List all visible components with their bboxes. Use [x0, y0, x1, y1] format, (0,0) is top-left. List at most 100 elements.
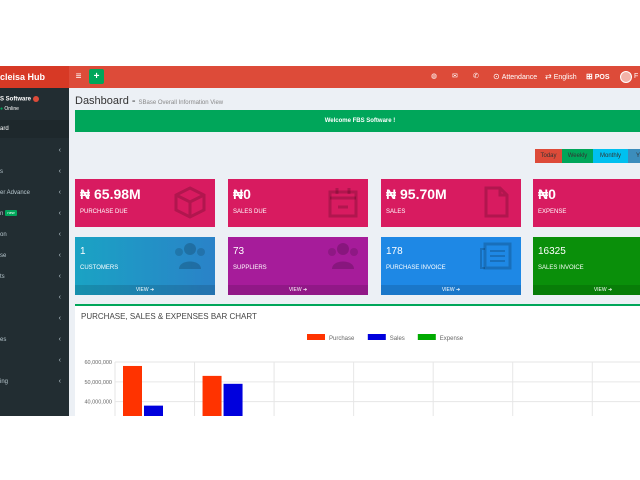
card-value: 178 [386, 246, 403, 257]
sidebar-item-new[interactable]: n new ‹ [0, 205, 69, 223]
sidebar-item-label: ts [0, 274, 5, 280]
sidebar-item-7[interactable]: se ‹ [0, 247, 69, 265]
legend-swatch [367, 334, 386, 340]
view-link[interactable]: VIEW ➜ [533, 285, 640, 295]
phone-icon[interactable]: ✆ [473, 66, 479, 88]
arrow-circle-right-icon: ➜ [149, 287, 155, 293]
app-window: cleisa Hub ≡ + ◍ ✉ ✆ ⊙ Attendance ⇄ Englis… [0, 66, 640, 416]
language-label: English [553, 74, 577, 81]
card-label: CUSTOMERS [80, 265, 119, 271]
view-link[interactable]: VIEW ➜ [381, 285, 521, 295]
card-label: SALES DUE [233, 209, 267, 215]
view-label: VIEW [441, 287, 455, 293]
file-icon [484, 186, 509, 218]
expense-card: ₦0 EXPENSE [533, 179, 640, 227]
chevron-left-icon: ‹ [58, 252, 61, 259]
bar-chart-panel: PURCHASE, SALES & EXPENSES BAR CHART Pur… [75, 304, 640, 416]
sidebar-item-13[interactable]: ing ‹ [0, 373, 69, 391]
chevron-left-icon: ‹ [58, 378, 61, 385]
users-icon [175, 243, 205, 269]
sidebar-item-label: er Advance [0, 190, 31, 196]
plus-square-icon: ⊞ [586, 72, 593, 81]
sidebar-item-6[interactable]: on ‹ [0, 226, 69, 244]
envelope-icon[interactable]: ✉ [452, 66, 458, 88]
card-label: SALES [386, 209, 406, 215]
card-label: EXPENSE [538, 209, 567, 215]
bar [144, 405, 163, 416]
page-title-text: Dashboard - [75, 95, 136, 107]
verified-icon [33, 96, 40, 102]
y-tick-label: 50,000,000 [84, 380, 112, 386]
sidebar-item-12[interactable]: ‹ [0, 352, 69, 370]
sidebar-item-dashboard[interactable]: ard [0, 120, 69, 138]
card-value: ₦0 [233, 186, 251, 202]
pos-link[interactable]: ⊞ POS [586, 66, 610, 88]
period-yearly-button[interactable]: Y [628, 149, 640, 163]
customers-card: 1 CUSTOMERS VIEW ➜ [75, 237, 215, 295]
user-status: ● Online [0, 106, 19, 112]
legend-swatch [417, 334, 436, 340]
bar-chart: Purchase Sales Expense 60,000,000 50,000,000… [84, 334, 640, 416]
bar [123, 365, 142, 416]
add-icon[interactable]: + [89, 69, 104, 84]
period-weekly-button[interactable]: Weekly [562, 149, 593, 163]
sidebar-item-customer-advance[interactable]: er Advance ‹ [0, 184, 69, 202]
view-link[interactable]: VIEW ➜ [75, 285, 215, 295]
language-icon: ⇄ [545, 72, 552, 81]
newspaper-icon [480, 242, 512, 270]
sidebar-user-panel: S Software [0, 96, 40, 103]
pos-label: POS [594, 74, 610, 81]
view-link[interactable]: VIEW ➜ [228, 285, 368, 295]
chevron-left-icon: ‹ [58, 147, 61, 154]
sidebar-item-label: on [0, 232, 7, 238]
view-label: VIEW [288, 287, 302, 293]
card-value: ₦ 65.98M [80, 186, 141, 202]
sidebar-item-2[interactable]: ‹ [0, 142, 69, 160]
calendar-icon [328, 188, 358, 218]
sidebar-item-10[interactable]: ‹ [0, 310, 69, 328]
card-value: 1 [80, 246, 86, 257]
card-label: SALES INVOICE [538, 265, 584, 271]
card-label: SUPPLIERS [233, 265, 267, 271]
card-value: 16325 [538, 246, 566, 257]
chart-section-title: PURCHASE, SALES & EXPENSES BAR CHART [81, 312, 257, 321]
sidebar-item-label: s [0, 169, 3, 175]
sidebar-item-3[interactable]: s ‹ [0, 163, 69, 181]
card-label: PURCHASE DUE [80, 209, 128, 215]
chevron-left-icon: ‹ [58, 357, 61, 364]
users-icon [328, 243, 358, 269]
sales-card: ₦ 95.70M SALES [381, 179, 521, 227]
user-status-text: Online [4, 106, 19, 112]
legend-label: Purchase [329, 336, 355, 342]
sidebar-item-label: n [0, 211, 4, 217]
purchase-invoice-card: 178 PURCHASE INVOICE VIEW ➜ [381, 237, 521, 295]
sidebar-item-label: ard [0, 126, 9, 132]
sidebar-item-11[interactable]: es ‹ [0, 331, 69, 349]
period-today-button[interactable]: Today [535, 149, 562, 163]
sidebar-item-label: es [0, 337, 7, 343]
sidebar-item-8[interactable]: ts ‹ [0, 268, 69, 286]
attendance-label: Attendance [501, 74, 538, 81]
language-link[interactable]: ⇄ English [545, 66, 577, 88]
sidebar-item-9[interactable]: ‹ [0, 289, 69, 307]
bar [202, 375, 222, 416]
sidebar-toggle-icon[interactable]: ≡ [71, 69, 86, 84]
chevron-left-icon: ‹ [58, 273, 61, 280]
status-dot-icon: ● [0, 106, 4, 112]
top-navbar: cleisa Hub ≡ + ◍ ✉ ✆ ⊙ Attendance ⇄ Englis… [0, 66, 640, 88]
legend-label: Expense [440, 336, 464, 342]
y-tick-label: 60,000,000 [84, 360, 112, 366]
globe-icon[interactable]: ◍ [431, 66, 437, 88]
sidebar: S Software ● Online ard ‹ s ‹ er Advance ‹… [0, 88, 69, 416]
arrow-circle-right-icon: ➜ [455, 287, 461, 293]
card-value: 73 [233, 246, 245, 257]
period-monthly-button[interactable]: Monthly [593, 149, 628, 163]
avatar[interactable] [620, 71, 632, 83]
app-logo[interactable]: cleisa Hub [0, 66, 69, 88]
chevron-left-icon: ‹ [58, 168, 61, 175]
app-logo-text: cleisa Hub [0, 72, 46, 82]
card-value: ₦ 95.70M [386, 186, 447, 202]
attendance-link[interactable]: ⊙ Attendance [493, 66, 537, 88]
sales-invoice-card: 16325 SALES INVOICE VIEW ➜ [533, 237, 640, 295]
user-initials[interactable]: F [634, 66, 638, 88]
